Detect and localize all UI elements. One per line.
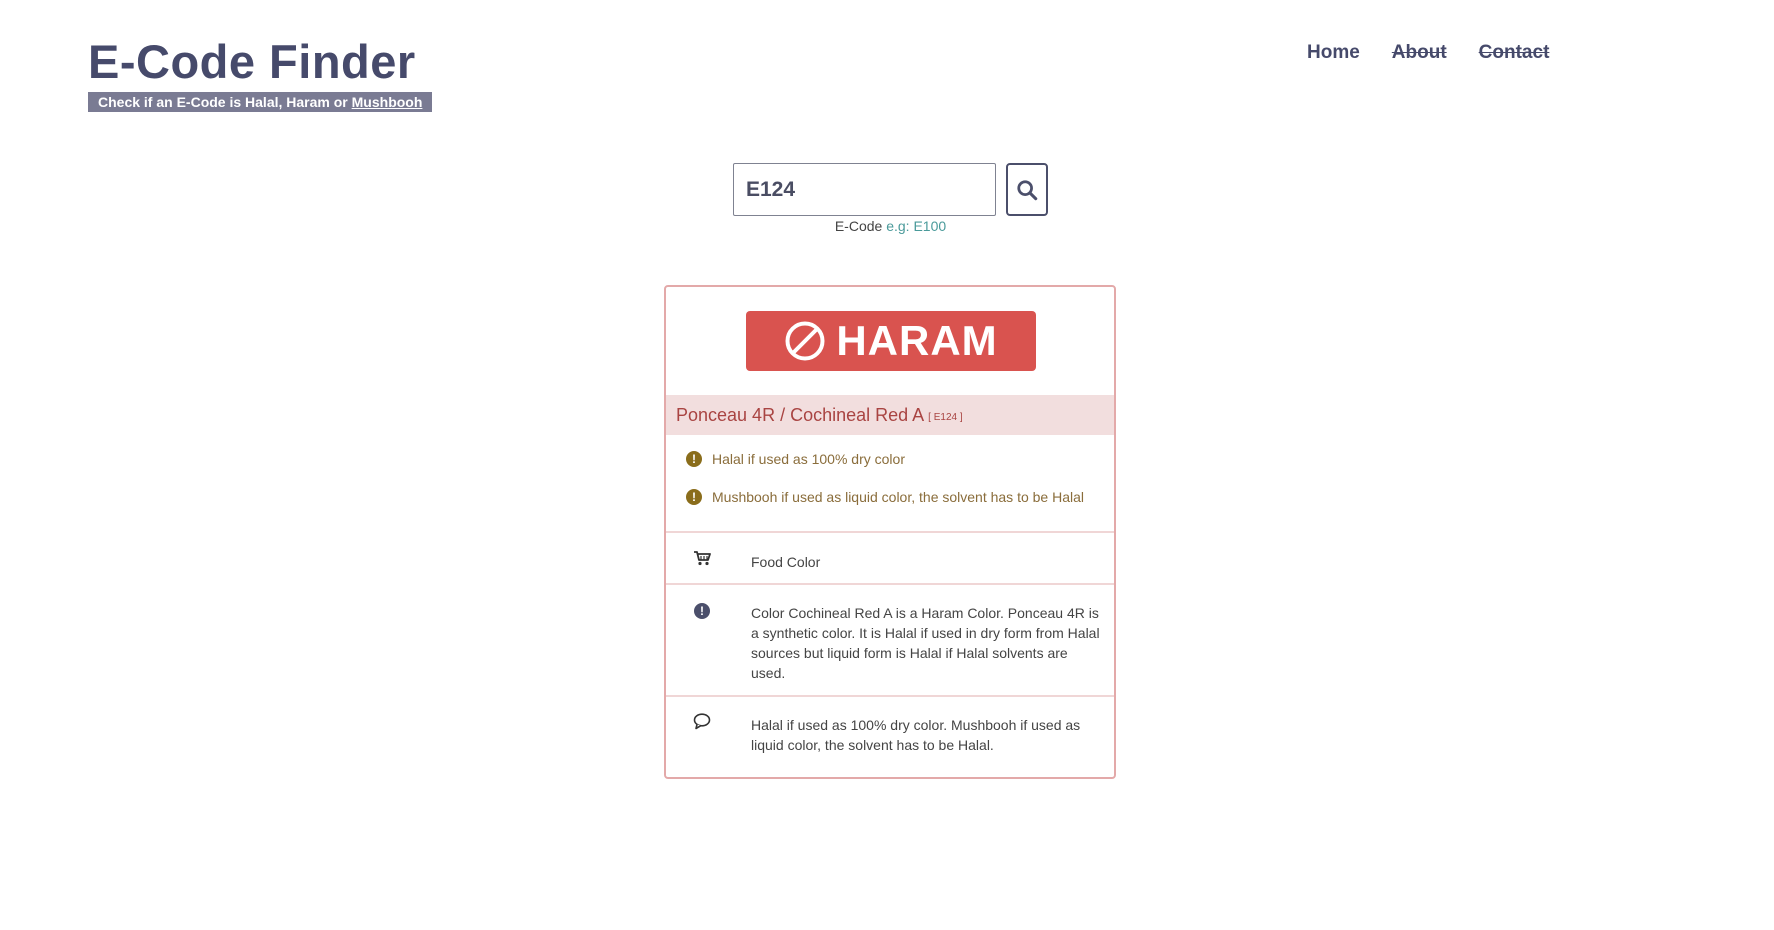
exclamation-circle-icon: ! bbox=[686, 489, 702, 505]
divider bbox=[666, 531, 1114, 533]
search-help-example: e.g: E100 bbox=[886, 218, 947, 234]
warning-item: ! Mushbooh if used as liquid color, the … bbox=[686, 489, 1084, 505]
nav-about[interactable]: About bbox=[1392, 42, 1447, 64]
comment-icon bbox=[692, 711, 712, 731]
divider bbox=[666, 695, 1114, 697]
main-nav: Home About Contact bbox=[1307, 42, 1549, 64]
warning-text: Mushbooh if used as liquid color, the so… bbox=[712, 489, 1085, 505]
warning-item: ! Halal if used as 100% dry color bbox=[686, 451, 905, 467]
search-form bbox=[733, 163, 1048, 216]
note-row: Halal if used as 100% dry color. Mushboo… bbox=[666, 713, 1114, 755]
site-title: E-Code Finder bbox=[88, 35, 416, 88]
category-row: Food Color bbox=[666, 551, 1114, 582]
search-icon bbox=[1016, 179, 1038, 201]
search-button[interactable] bbox=[1006, 163, 1048, 216]
mushbooh-link[interactable]: Mushbooh bbox=[352, 94, 423, 110]
category-text: Food Color bbox=[751, 554, 821, 570]
description-row: ! Color Cochineal Red A is a Haram Color… bbox=[666, 603, 1114, 683]
description-text: Color Cochineal Red A is a Haram Color. … bbox=[751, 605, 1100, 681]
search-help: E-Code e.g: E100 bbox=[733, 218, 1048, 234]
search-help-label: E-Code bbox=[834, 218, 883, 234]
verdict-badge: HARAM bbox=[746, 311, 1036, 371]
info-circle-icon: ! bbox=[692, 601, 712, 621]
tagline-text: Check if an E-Code is Halal, Haram or bbox=[98, 94, 352, 110]
result-card: HARAM Ponceau 4R / Cochineal Red A [ E12… bbox=[664, 285, 1116, 779]
additive-code-tag: [ E124 ] bbox=[928, 411, 963, 423]
additive-name-bar: Ponceau 4R / Cochineal Red A [ E124 ] bbox=[666, 395, 1114, 435]
warning-text: Halal if used as 100% dry color bbox=[712, 451, 905, 467]
divider bbox=[666, 583, 1114, 585]
nav-contact[interactable]: Contact bbox=[1479, 42, 1550, 64]
cart-icon bbox=[692, 548, 712, 568]
verdict-label: HARAM bbox=[836, 317, 998, 364]
note-text: Halal if used as 100% dry color. Mushboo… bbox=[751, 717, 1081, 753]
additive-name: Ponceau 4R / Cochineal Red A bbox=[676, 404, 925, 425]
exclamation-circle-icon: ! bbox=[686, 451, 702, 467]
ban-icon bbox=[784, 320, 826, 362]
ecode-search-input[interactable] bbox=[733, 163, 996, 216]
site-tagline: Check if an E-Code is Halal, Haram or Mu… bbox=[88, 92, 433, 112]
nav-home[interactable]: Home bbox=[1307, 42, 1360, 64]
